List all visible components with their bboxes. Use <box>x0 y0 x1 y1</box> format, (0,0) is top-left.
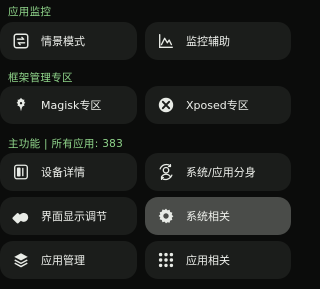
device-info-button[interactable]: 设备详情 <box>0 153 137 191</box>
xposed-label: Xposed专区 <box>186 99 249 112</box>
magisk-icon <box>11 95 31 115</box>
monitor-assist-button[interactable]: 监控辅助 <box>145 22 291 60</box>
ui-tuning-label: 界面显示调节 <box>41 210 107 223</box>
layers-icon <box>11 250 31 270</box>
shapes-icon <box>11 206 31 226</box>
app-related-button[interactable]: 应用相关 <box>145 241 291 279</box>
grid-icon <box>156 250 176 270</box>
section-title-framework: 框架管理专区 <box>8 72 73 84</box>
ui-tuning-button[interactable]: 界面显示调节 <box>0 197 137 235</box>
system-related-label: 系统相关 <box>186 210 230 223</box>
magisk-button[interactable]: Magisk专区 <box>0 86 137 124</box>
chart-line-icon <box>156 31 176 51</box>
scene-mode-label: 情景模式 <box>41 35 85 48</box>
app-manage-button[interactable]: 应用管理 <box>0 241 137 279</box>
section-title-app-monitor: 应用监控 <box>8 6 52 18</box>
xposed-icon <box>156 95 176 115</box>
monitor-assist-label: 监控辅助 <box>186 35 230 48</box>
clone-user-icon <box>156 162 176 182</box>
device-info-label: 设备详情 <box>41 166 85 179</box>
app-related-label: 应用相关 <box>186 254 230 267</box>
clone-button[interactable]: 系统/应用分身 <box>145 153 291 191</box>
app-manage-label: 应用管理 <box>41 254 85 267</box>
scene-mode-icon <box>11 31 31 51</box>
section-title-main: 主功能 | 所有应用: 383 <box>8 138 124 150</box>
settings-gear-icon <box>156 206 176 226</box>
xposed-button[interactable]: Xposed专区 <box>145 86 291 124</box>
system-related-button[interactable]: 系统相关 <box>145 197 291 235</box>
device-icon <box>11 162 31 182</box>
clone-label: 系统/应用分身 <box>186 166 256 179</box>
scene-mode-button[interactable]: 情景模式 <box>0 22 137 60</box>
magisk-label: Magisk专区 <box>41 99 102 112</box>
